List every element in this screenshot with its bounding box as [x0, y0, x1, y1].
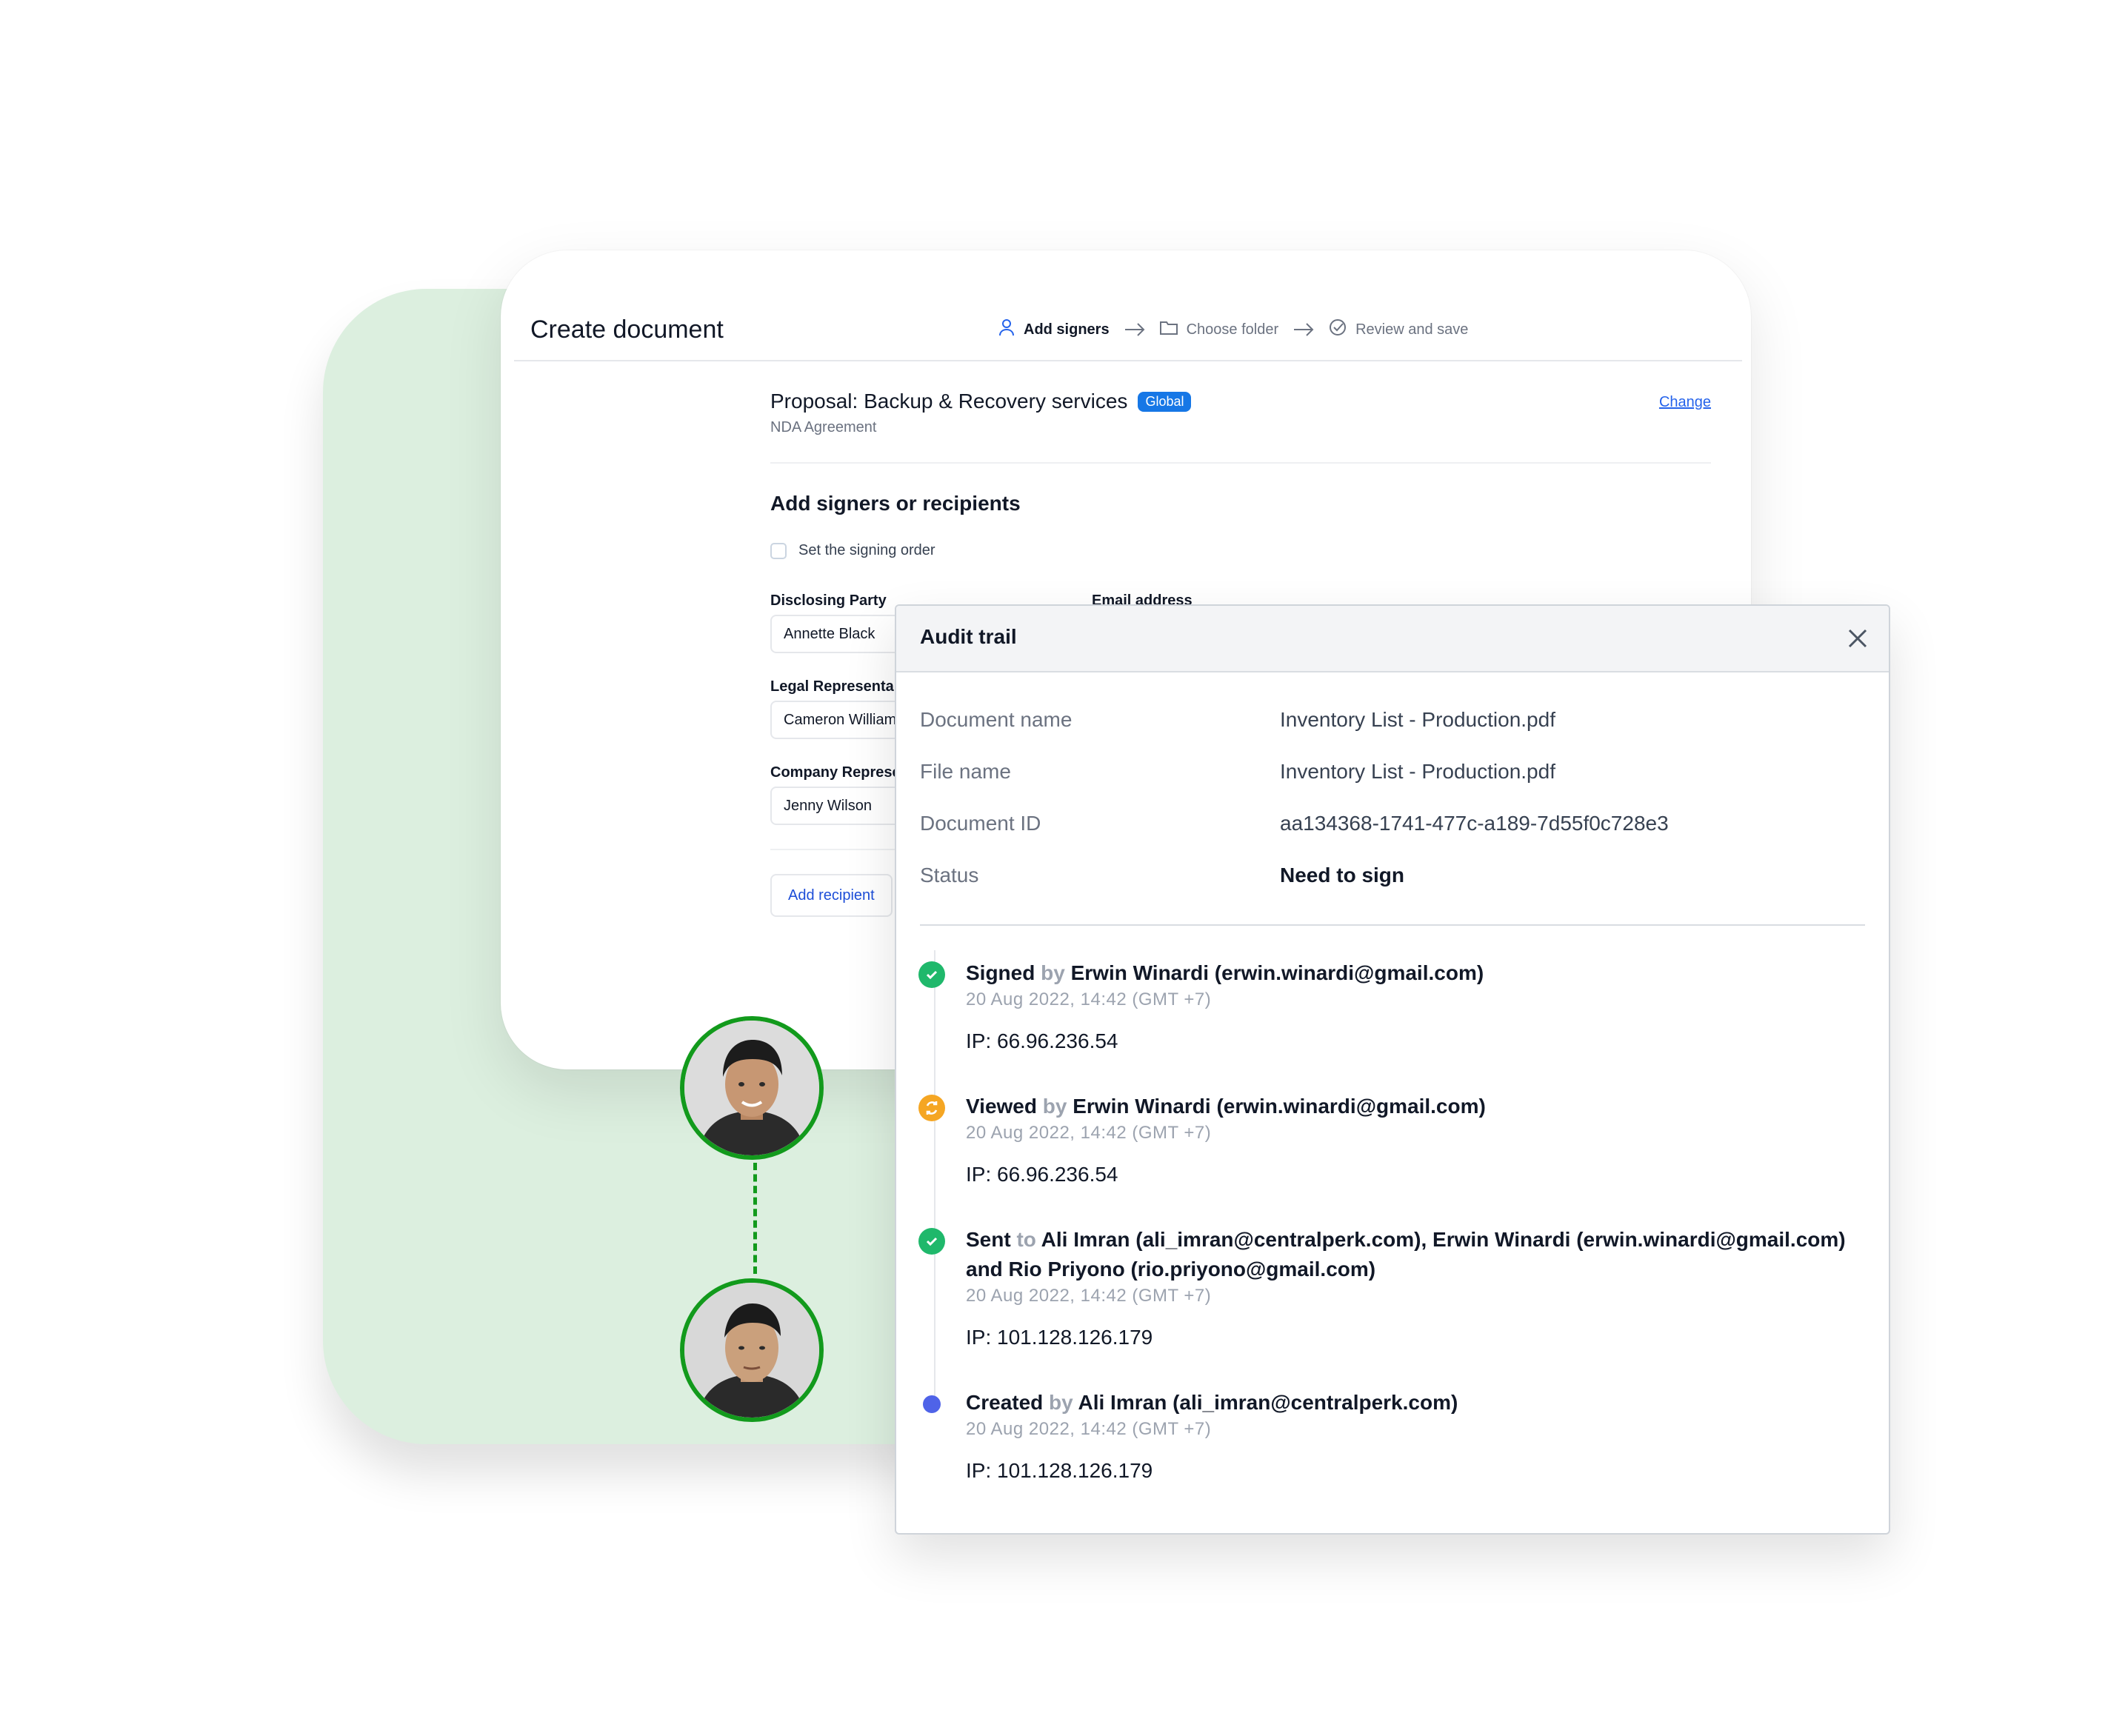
event-time: 20 Aug 2022, 14:42 (GMT +7): [966, 1123, 1212, 1143]
step-review-and-save[interactable]: Review and save: [1329, 318, 1468, 341]
event-ip: IP: 66.96.236.54: [966, 1163, 1118, 1186]
event-connector: by: [1042, 1095, 1067, 1118]
event-title: Sent to Ali Imran (ali_imran@centralperk…: [966, 1225, 1869, 1284]
signers-heading: Add signers or recipients: [770, 492, 1021, 515]
disclosing-party-label: Disclosing Party: [770, 592, 887, 609]
check-circle-icon: [1329, 318, 1347, 341]
person-avatar-icon: [684, 1021, 819, 1155]
audit-divider: [920, 924, 1865, 926]
event-connector: by: [1041, 961, 1065, 984]
meta-key: Document ID: [920, 812, 1041, 835]
event-action: Sent: [966, 1228, 1011, 1251]
person-avatar-icon: [684, 1283, 819, 1418]
modal-title: Audit trail: [920, 625, 1017, 648]
signing-order-checkbox[interactable]: [770, 542, 787, 559]
proposal-name: Proposal: Backup & Recovery services: [770, 390, 1128, 413]
event-title: Signed by Erwin Winardi (erwin.winardi@g…: [966, 958, 1869, 988]
section-divider: [770, 462, 1711, 464]
event-action: Created: [966, 1391, 1044, 1414]
event-time: 20 Aug 2022, 14:42 (GMT +7): [966, 1419, 1212, 1439]
avatar: [680, 1016, 824, 1160]
step-label: Choose folder: [1186, 321, 1279, 338]
add-recipient-button[interactable]: Add recipient: [770, 874, 893, 917]
avatar: [680, 1278, 824, 1422]
meta-key: Document name: [920, 708, 1073, 731]
meta-value: aa134368-1741-477c-a189-7d55f0c728e3: [1280, 812, 1669, 835]
event-time: 20 Aug 2022, 14:42 (GMT +7): [966, 989, 1212, 1009]
timeline-event: Signed by Erwin Winardi (erwin.winardi@g…: [918, 958, 1869, 1055]
meta-key: File name: [920, 760, 1011, 783]
event-detail: Erwin Winardi (erwin.winardi@gmail.com): [1073, 1095, 1486, 1118]
signing-order-label: Set the signing order: [798, 542, 935, 558]
event-detail: Ali Imran (ali_imran@centralperk.com): [1078, 1391, 1458, 1414]
check-icon: [918, 961, 945, 988]
meta-value: Inventory List - Production.pdf: [1280, 708, 1555, 731]
user-icon: [998, 318, 1015, 341]
event-title: Created by Ali Imran (ali_imran@centralp…: [966, 1388, 1869, 1418]
meta-key: Status: [920, 864, 979, 887]
company-representative-label: Company Represe: [770, 764, 901, 781]
event-connector: to: [1016, 1228, 1036, 1251]
change-link[interactable]: Change: [1659, 394, 1711, 411]
step-label: Review and save: [1355, 321, 1469, 338]
legal-representative-label: Legal Representa: [770, 678, 894, 695]
event-action: Viewed: [966, 1095, 1037, 1118]
event-ip: IP: 66.96.236.54: [966, 1029, 1118, 1052]
timeline-event: Created by Ali Imran (ali_imran@centralp…: [923, 1388, 1869, 1484]
arrow-right-icon: [1293, 323, 1314, 336]
event-detail: Erwin Winardi (erwin.winardi@gmail.com): [1070, 961, 1484, 984]
event-time: 20 Aug 2022, 14:42 (GMT +7): [966, 1286, 1212, 1306]
global-badge: Global: [1138, 391, 1192, 412]
audit-trail-modal: Audit trail Document name Inventory List…: [895, 604, 1890, 1535]
folder-icon: [1159, 320, 1178, 339]
header-divider: [514, 360, 1742, 361]
stepper: Add signers Choose folder Review and sav…: [998, 318, 1468, 341]
close-icon: [1848, 629, 1867, 648]
meta-value: Inventory List - Production.pdf: [1280, 760, 1555, 783]
connector-line: [753, 1163, 757, 1274]
timeline-event: Sent to Ali Imran (ali_imran@centralperk…: [918, 1225, 1869, 1351]
timeline-event: Viewed by Erwin Winardi (erwin.winardi@g…: [918, 1092, 1869, 1188]
step-choose-folder[interactable]: Choose folder: [1159, 320, 1279, 339]
event-detail: Ali Imran (ali_imran@centralperk.com), E…: [966, 1228, 1846, 1281]
arrow-right-icon: [1124, 323, 1145, 336]
page-title: Create document: [530, 316, 724, 344]
event-connector: by: [1049, 1391, 1073, 1414]
signing-order-row[interactable]: Set the signing order: [770, 542, 935, 559]
check-icon: [918, 1228, 945, 1255]
step-add-signers[interactable]: Add signers: [998, 318, 1110, 341]
timeline-line: [934, 950, 935, 1406]
event-title: Viewed by Erwin Winardi (erwin.winardi@g…: [966, 1092, 1869, 1121]
dot-icon: [923, 1395, 941, 1413]
refresh-icon: [918, 1095, 945, 1121]
status-value: Need to sign: [1280, 864, 1405, 887]
step-label: Add signers: [1024, 321, 1110, 338]
event-ip: IP: 101.128.126.179: [966, 1459, 1153, 1482]
event-ip: IP: 101.128.126.179: [966, 1326, 1153, 1349]
close-button[interactable]: [1843, 624, 1872, 653]
audit-header: Audit trail: [896, 606, 1889, 672]
proposal-subtitle: NDA Agreement: [770, 419, 877, 435]
proposal-title: Proposal: Backup & Recovery services Glo…: [770, 390, 1192, 413]
event-action: Signed: [966, 961, 1035, 984]
